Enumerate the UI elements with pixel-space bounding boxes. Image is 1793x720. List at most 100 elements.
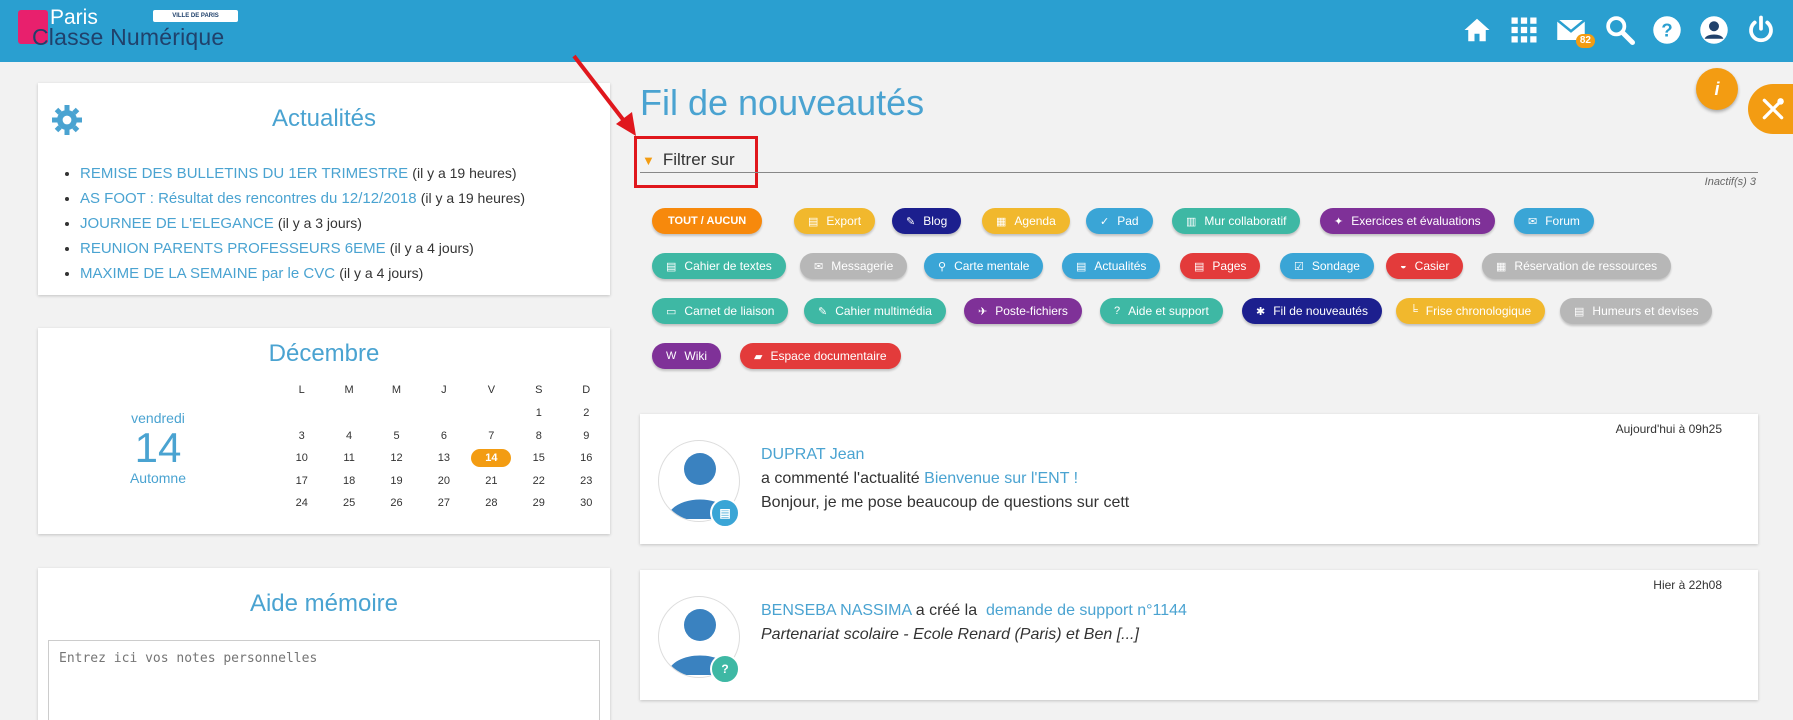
calendar-day[interactable]: 7	[468, 425, 515, 448]
chip-label: Casier	[1414, 259, 1450, 273]
news-link[interactable]: REMISE DES BULLETINS DU 1ER TRIMESTRE	[80, 165, 408, 182]
news-link[interactable]: AS FOOT : Résultat des rencontres du 12/…	[80, 190, 417, 207]
chip-label: Forum	[1545, 214, 1580, 228]
calendar-day[interactable]: 3	[278, 425, 325, 448]
calendar-day-label: 27	[437, 497, 451, 510]
filter-chip[interactable]: ▤ Actualités	[1062, 253, 1161, 279]
calendar-day-label: 8	[535, 429, 542, 442]
calendar-weekday-header: D	[582, 384, 591, 396]
apps-grid-icon[interactable]	[1506, 10, 1542, 50]
filter-chip[interactable]: ▭ Carnet de liaison	[652, 298, 789, 324]
calendar-day[interactable]: 20	[420, 470, 467, 493]
calendar-day[interactable]: 4	[325, 425, 372, 448]
calendar-season: Automne	[129, 470, 187, 486]
filter-chip[interactable]: ☑ Sondage	[1280, 253, 1374, 279]
calendar-day[interactable]: 27	[420, 492, 467, 515]
calendar-day[interactable]: 25	[325, 492, 372, 515]
filter-chip[interactable]: ▤ Export	[794, 208, 876, 234]
calendar-day[interactable]: 6	[420, 425, 467, 448]
calendar-day-label: 23	[580, 474, 593, 487]
filter-chip[interactable]: ▦ Agenda	[982, 208, 1070, 234]
filter-chip[interactable]: TOUT / AUCUN	[652, 208, 763, 234]
calendar-day[interactable]: 5	[373, 425, 420, 448]
filter-chip[interactable]: ? Aide et support	[1100, 298, 1223, 324]
filter-chip[interactable]: ✓ Pad	[1086, 208, 1153, 234]
filter-chip[interactable]: ▥ Mur collaboratif	[1172, 208, 1301, 234]
news-link[interactable]: REUNION PARENTS PROFESSEURS 6EME	[80, 240, 386, 257]
calendar-day[interactable]: 22	[515, 470, 562, 493]
filter-chip[interactable]: W Wiki	[652, 343, 722, 369]
calendar-day[interactable]: 17	[278, 470, 325, 493]
calendar-day[interactable]: 13	[420, 447, 467, 470]
calendar-day[interactable]: 8	[515, 425, 562, 448]
feed-excerpt: Bonjour, je me pose beaucoup de question…	[761, 494, 1130, 511]
info-button[interactable]: i	[1696, 68, 1738, 110]
calendar-day[interactable]: 14	[468, 447, 515, 470]
chip-icon: ✱	[1256, 305, 1266, 318]
chip-icon: ▤	[666, 260, 677, 273]
calendar-day[interactable]: 23	[563, 470, 611, 493]
logo[interactable]: Paris Classe Numérique VILLE DE PARIS	[18, 6, 248, 54]
calendar-day[interactable]: 9	[563, 425, 611, 448]
calendar-day-label: 17	[295, 474, 308, 487]
calendar-day[interactable]: 26	[373, 492, 420, 515]
calendar-day[interactable]: 11	[325, 447, 372, 470]
filter-chip[interactable]: ✱ Fil de nouveautés	[1242, 298, 1382, 324]
filter-chip[interactable]: ╘ Frise chronologique	[1396, 298, 1546, 324]
filter-chip[interactable]: ◒ Casier	[1386, 253, 1464, 279]
news-link[interactable]: JOURNEE DE L'ELEGANCE	[80, 215, 274, 232]
filter-label: Filtrer sur	[662, 150, 735, 169]
filter-chip[interactable]: ▤ Humeurs et devises	[1560, 298, 1713, 324]
top-bar: Paris Classe Numérique VILLE DE PARIS 82…	[0, 0, 1793, 62]
feed-item: ▤ Aujourd'hui à 09h25 DUPRAT Jean a comm…	[640, 414, 1758, 544]
calendar-day[interactable]: 12	[373, 447, 420, 470]
feed-author-link[interactable]: DUPRAT Jean	[761, 446, 864, 463]
filter-chip[interactable]: ▦ Réservation de ressources	[1482, 253, 1672, 279]
filter-chip[interactable]: ✦ Exercices et évaluations	[1320, 208, 1495, 234]
news-link[interactable]: MAXIME DE LA SEMAINE par le CVC	[80, 265, 335, 282]
home-icon[interactable]	[1459, 10, 1495, 50]
calendar-day[interactable]: 2	[563, 402, 611, 425]
feed-target-link[interactable]: demande de support n°1144	[986, 602, 1187, 619]
feed-target-link[interactable]: Bienvenue sur l'ENT !	[924, 470, 1078, 487]
filter-chip[interactable]: ▤ Pages	[1180, 253, 1261, 279]
calendar-day[interactable]: 1	[515, 402, 562, 425]
user-icon[interactable]	[1696, 10, 1732, 50]
chip-icon: ▤	[1076, 260, 1087, 273]
calendar-day[interactable]: 24	[278, 492, 325, 515]
filter-toggle[interactable]: ▼ Filtrer sur	[642, 150, 735, 170]
filter-chip[interactable]: ▰ Espace documentaire	[740, 343, 901, 369]
filter-chip[interactable]: ✎ Blog	[892, 208, 962, 234]
filter-chip[interactable]: ⚲ Carte mentale	[924, 253, 1044, 279]
help-icon[interactable]: ?	[1649, 10, 1685, 50]
calendar-day[interactable]: 29	[515, 492, 562, 515]
calendar-day[interactable]: 21	[468, 470, 515, 493]
filter-chip[interactable]: ✉ Forum	[1514, 208, 1594, 234]
mail-icon[interactable]: 82	[1553, 10, 1595, 50]
calendar-day[interactable]: 15	[515, 447, 562, 470]
calendar-day[interactable]: 19	[373, 470, 420, 493]
tools-button[interactable]	[1748, 84, 1793, 134]
calendar-day[interactable]: 18	[325, 470, 372, 493]
calendar-day[interactable]: 10	[278, 447, 325, 470]
filter-chip[interactable]: ✉ Messagerie	[800, 253, 908, 279]
calendar-day[interactable]: 28	[468, 492, 515, 515]
chip-icon: ✉	[814, 260, 824, 273]
search-icon[interactable]	[1602, 10, 1638, 50]
feed-author-link[interactable]: BENSEBA NASSIMA	[761, 602, 911, 619]
calendar-day-label: 21	[485, 474, 498, 487]
calendar-day[interactable]: 30	[563, 492, 611, 515]
chip-label: Agenda	[1014, 214, 1056, 228]
chip-icon: ☑	[1294, 260, 1304, 273]
news-ago: (il y a 4 jours)	[389, 240, 474, 256]
memo-textarea[interactable]	[48, 640, 600, 720]
calendar-day-label: 11	[343, 452, 355, 465]
chip-icon: ?	[1114, 305, 1121, 317]
calendar-day[interactable]: 16	[563, 447, 611, 470]
calendar-day-label: 10	[295, 452, 308, 465]
filter-chip[interactable]: ✎ Cahier multimédia	[804, 298, 946, 324]
power-icon[interactable]	[1743, 10, 1779, 50]
chip-label: Messagerie	[831, 259, 894, 273]
filter-chip[interactable]: ✈ Poste-fichiers	[964, 298, 1082, 324]
filter-chip[interactable]: ▤ Cahier de textes	[652, 253, 786, 279]
